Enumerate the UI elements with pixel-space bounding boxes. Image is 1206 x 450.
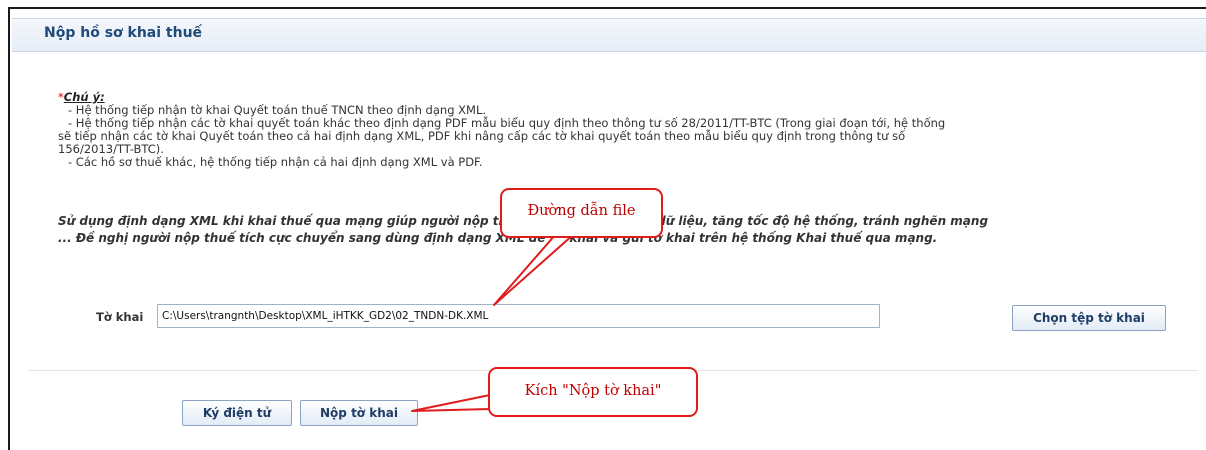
submit-callout: Kích "Nộp tờ khai"	[488, 367, 698, 417]
callout-pointer-submit	[411, 394, 491, 412]
callout-pointer-file	[493, 233, 575, 306]
file-path-callout: Đường dẫn file	[500, 188, 663, 238]
